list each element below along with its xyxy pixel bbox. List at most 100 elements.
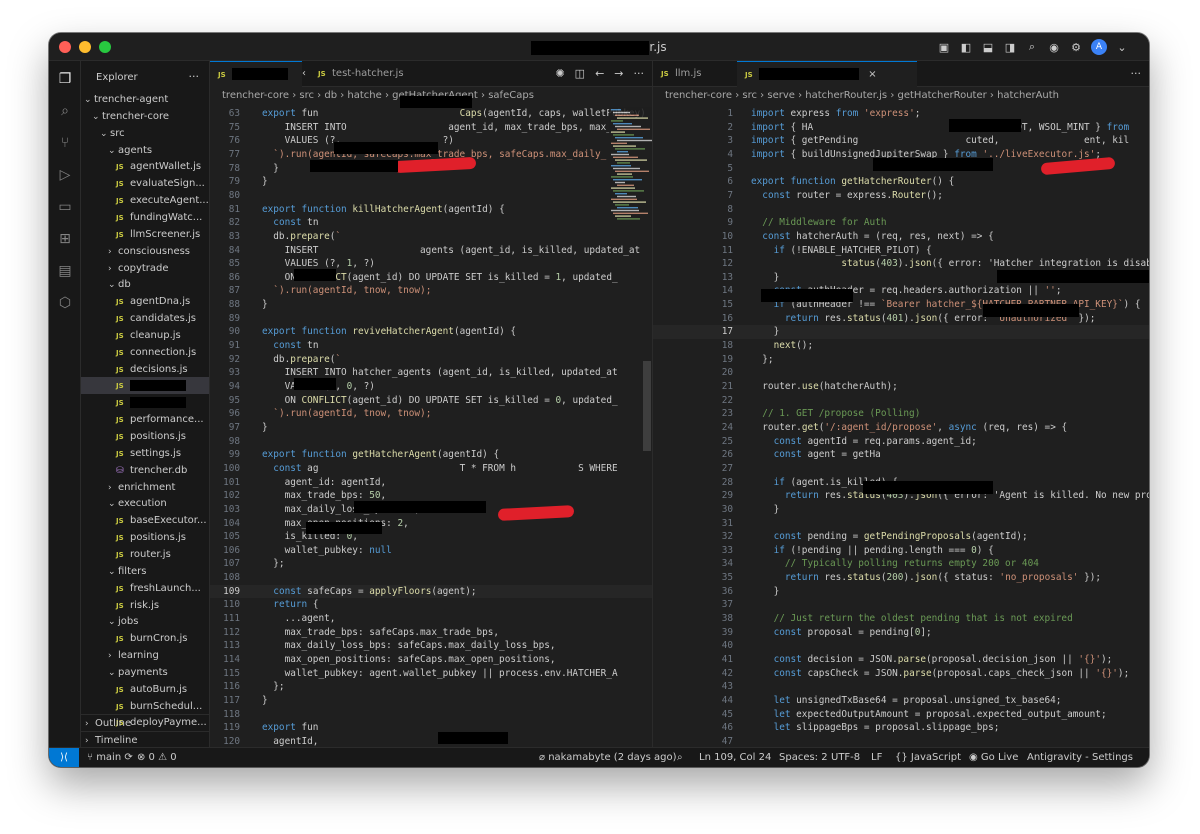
- arrow-left-icon[interactable]: ←: [595, 67, 604, 80]
- tree-item[interactable]: JS baseExecutor...: [81, 512, 209, 529]
- code-line[interactable]: 107 };: [210, 557, 652, 571]
- code-line[interactable]: 97}: [210, 421, 652, 435]
- tree-item[interactable]: JS router.js: [81, 546, 209, 563]
- code-line[interactable]: 12 status(403).json({ error: 'Hatcher in…: [653, 257, 1149, 271]
- code-line[interactable]: 38 // Just return the oldest pending tha…: [653, 612, 1149, 626]
- tab-test-hatcher[interactable]: JS test-hatcher.js: [310, 61, 420, 87]
- end-of-line[interactable]: LF: [871, 748, 882, 767]
- code-line[interactable]: 10 const hatcherAuth = (req, res, next) …: [653, 230, 1149, 244]
- code-line[interactable]: 90 export function reviveHatcherAgent(age…: [210, 325, 652, 339]
- notebook-icon[interactable]: ▤: [56, 262, 74, 280]
- tree-item[interactable]: JS: [81, 377, 209, 395]
- breadcrumb-item[interactable]: safeCaps: [488, 90, 534, 101]
- code-line[interactable]: 8: [653, 203, 1149, 217]
- code-line[interactable]: 36 }: [653, 585, 1149, 599]
- code-line[interactable]: 37: [653, 598, 1149, 612]
- settings-indicator[interactable]: Antigravity - Settings: [1027, 748, 1133, 767]
- code-line[interactable]: 81 export function killHatcherAgent(agent…: [210, 203, 652, 217]
- code-line[interactable]: 101 agent_id: agentId,: [210, 476, 652, 490]
- code-line[interactable]: 41 const decision = JSON.parse(proposal.…: [653, 653, 1149, 667]
- code-line[interactable]: 80: [210, 189, 652, 203]
- code-line[interactable]: 92 db.prepare(`: [210, 353, 652, 367]
- toggle-sidebar-icon[interactable]: ◧: [959, 40, 973, 54]
- code-line[interactable]: 27: [653, 462, 1149, 476]
- indentation[interactable]: Spaces: 2: [779, 748, 828, 767]
- code-line[interactable]: 91 const tn: [210, 339, 652, 353]
- code-line[interactable]: 44 let unsignedTxBase64 = proposal.unsig…: [653, 694, 1149, 708]
- tree-item[interactable]: ⛁ trencher.db: [81, 462, 209, 479]
- tree-item[interactable]: JS autoBurn.js: [81, 681, 209, 698]
- toggle-panel-icon[interactable]: ⬓: [981, 40, 995, 54]
- tree-item[interactable]: › learning: [81, 647, 209, 664]
- code-editor-left[interactable]: 63 export fun Caps(agentId, caps, walletP…: [210, 107, 652, 747]
- code-line[interactable]: 82 const tn: [210, 216, 652, 230]
- code-line[interactable]: 84 INSERT agents (agent_id, is_killed, u…: [210, 244, 652, 258]
- breadcrumb-item[interactable]: hatche: [347, 90, 381, 101]
- code-line[interactable]: 100 const ag T * FROM h S WHERE: [210, 462, 652, 476]
- code-line[interactable]: 30 }: [653, 503, 1149, 517]
- scrollbar-thumb[interactable]: [643, 361, 651, 451]
- zoom-icon[interactable]: ⌕: [677, 748, 683, 767]
- breadcrumb-item[interactable]: trencher-core: [222, 90, 289, 101]
- tree-item[interactable]: ⌄ filters: [81, 563, 209, 580]
- code-line[interactable]: 9 // Middleware for Auth: [653, 216, 1149, 230]
- tree-item[interactable]: › consciousness: [81, 243, 209, 260]
- code-line[interactable]: 47: [653, 735, 1149, 747]
- encoding[interactable]: UTF-8: [831, 748, 860, 767]
- code-line[interactable]: 39 const proposal = pending[0];: [653, 626, 1149, 640]
- breadcrumb-item[interactable]: serve: [767, 90, 795, 101]
- code-line[interactable]: 79}: [210, 175, 652, 189]
- code-line[interactable]: 3 import { getPending cuted, ent, kil: [653, 134, 1149, 148]
- code-line[interactable]: 109 const safeCaps = applyFloors(agent);: [210, 585, 652, 599]
- code-line[interactable]: 118: [210, 708, 652, 722]
- code-line[interactable]: 75 INSERT INTO agent_id, max_trade_bps, …: [210, 121, 652, 135]
- code-line[interactable]: 105 is_killed: 0,: [210, 530, 652, 544]
- tree-item[interactable]: JS settings.js: [81, 445, 209, 462]
- split-editor-icon[interactable]: ◫: [575, 67, 585, 80]
- extensions-icon[interactable]: ⊞: [56, 230, 74, 248]
- code-line[interactable]: 95 ON CONFLICT(agent_id) DO UPDATE SET i…: [210, 394, 652, 408]
- code-line[interactable]: 24 router.get('/:agent_id/propose', asyn…: [653, 421, 1149, 435]
- tree-item[interactable]: JS performance...: [81, 411, 209, 428]
- breadcrumb-item[interactable]: getHatcherRouter: [898, 90, 987, 101]
- code-line[interactable]: 35 return res.status(200).json({ status:…: [653, 571, 1149, 585]
- chevron-down-icon[interactable]: ⌄: [1115, 40, 1129, 54]
- code-line[interactable]: 98: [210, 435, 652, 449]
- tree-item[interactable]: JS positions.js: [81, 529, 209, 546]
- code-line[interactable]: 96 `).run(agentId, tnow, tnow);: [210, 407, 652, 421]
- tree-item[interactable]: JS burnSchedul...: [81, 698, 209, 715]
- tree-item[interactable]: JS evaluateSign...: [81, 175, 209, 192]
- breadcrumb-item[interactable]: trencher-core: [665, 90, 732, 101]
- code-line[interactable]: 99 export function getHatcherAgent(agentI…: [210, 448, 652, 462]
- code-line[interactable]: 23 // 1. GET /propose (Polling): [653, 407, 1149, 421]
- search-icon[interactable]: ⌕: [1025, 40, 1039, 54]
- gear-icon[interactable]: ⚙: [1069, 40, 1083, 54]
- code-line[interactable]: 120 agentId,: [210, 735, 652, 747]
- toggle-secondary-sidebar-icon[interactable]: ◨: [1003, 40, 1017, 54]
- code-line[interactable]: 26 const agent = getHa: [653, 448, 1149, 462]
- tree-item[interactable]: JS freshLaunch...: [81, 580, 209, 597]
- code-line[interactable]: 108: [210, 571, 652, 585]
- tree-item[interactable]: ⌄ execution: [81, 495, 209, 512]
- tree-item[interactable]: › copytrade: [81, 260, 209, 277]
- code-line[interactable]: 93 INSERT INTO hatcher_agents (agent_id,…: [210, 366, 652, 380]
- tree-item[interactable]: JS candidates.js: [81, 310, 209, 327]
- outline-section[interactable]: › Outline: [81, 714, 209, 731]
- tree-item[interactable]: ⌄ trencher-agent: [81, 91, 209, 108]
- timeline-section[interactable]: › Timeline: [81, 731, 209, 747]
- minimap[interactable]: [609, 107, 653, 227]
- tree-item[interactable]: ⌄ agents: [81, 142, 209, 159]
- breadcrumb-item[interactable]: hatcherRouter.js: [805, 90, 887, 101]
- code-line[interactable]: 87 `).run(agentId, tnow, tnow);: [210, 284, 652, 298]
- tree-item[interactable]: JS llmScreener.js: [81, 226, 209, 243]
- code-editor-right[interactable]: 1 import express from 'express'; 2 import {…: [653, 107, 1149, 747]
- code-line[interactable]: 94 VALUES (?, 0, ?): [210, 380, 652, 394]
- code-line[interactable]: 104 max_open_positions: 2,: [210, 517, 652, 531]
- code-line[interactable]: 89: [210, 312, 652, 326]
- code-line[interactable]: 32 const pending = getPendingProposals(a…: [653, 530, 1149, 544]
- code-line[interactable]: 115 wallet_pubkey: agent.wallet_pubkey |…: [210, 667, 652, 681]
- code-line[interactable]: 116 };: [210, 680, 652, 694]
- tree-item[interactable]: JS cleanup.js: [81, 327, 209, 344]
- remote-indicator-icon[interactable]: ⟩⟨: [49, 748, 79, 767]
- files-icon[interactable]: ❐: [56, 70, 74, 88]
